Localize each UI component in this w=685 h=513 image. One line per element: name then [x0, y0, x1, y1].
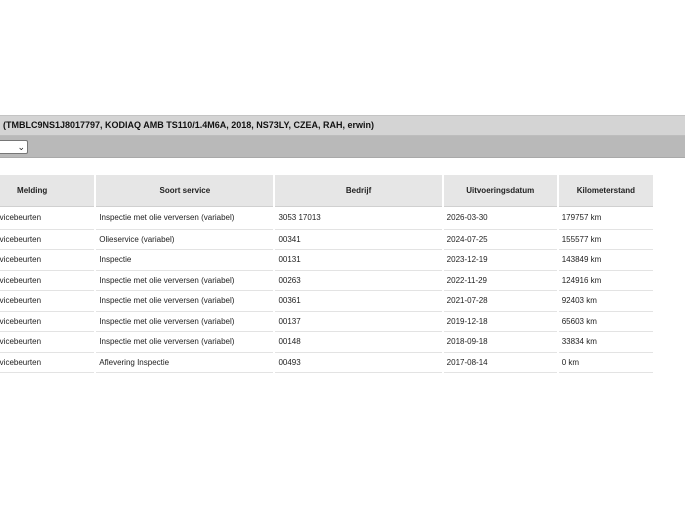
table-cell-soort: Inspectie met olie verversen (variabel) — [95, 290, 276, 312]
table-cell-bedrijf: 00148 — [274, 331, 444, 353]
table-cell-km: 65603 km — [557, 311, 656, 332]
table-cell-soort: Inspectie met olie verversen (variabel) — [95, 331, 276, 353]
filter-bar: ⌄ — [0, 136, 685, 158]
table-cell-bedrijf: 00137 — [274, 311, 444, 332]
table-cell-datum: 2022-11-29 — [442, 270, 559, 291]
table-cell-datum: 2021-07-28 — [442, 290, 559, 312]
table-cell-km: 124916 km — [557, 270, 656, 291]
table-cell-bedrijf: 3053 17013 — [274, 206, 444, 230]
table-cell-melding: Alle servicebeurten — [0, 290, 97, 312]
table-cell-datum: 2026-03-30 — [442, 206, 559, 230]
table-cell-km: 92403 km — [557, 290, 656, 312]
vehicle-info-text: (TMBLC9NS1J8017797, KODIAQ AMB TS110/1.4… — [3, 120, 374, 130]
table-header-row: Melding Soort service Bedrijf Uitvoering… — [0, 175, 656, 207]
table-cell-bedrijf: 00263 — [274, 270, 444, 291]
table-cell-soort: Aflevering Inspectie — [95, 352, 276, 373]
table-cell-datum: 2024-07-25 — [442, 229, 559, 250]
table-cell-datum: 2018-09-18 — [442, 331, 559, 353]
table-cell-melding: Alle servicebeurten — [0, 229, 97, 250]
table-cell-bedrijf: 00341 — [274, 229, 444, 250]
table-cell-datum: 2019-12-18 — [442, 311, 559, 332]
table-cell-melding: Alle servicebeurten — [0, 352, 97, 373]
table-cell-km: 179757 km — [557, 206, 656, 230]
table-cell-datum: 2023-12-19 — [442, 249, 559, 271]
table-row[interactable]: Alle servicebeurtenInspectie met olie ve… — [0, 270, 656, 291]
column-header-uitvoeringsdatum[interactable]: Uitvoeringsdatum — [442, 175, 559, 207]
service-filter-select[interactable]: ⌄ — [0, 140, 28, 154]
vehicle-info-bar: (TMBLC9NS1J8017797, KODIAQ AMB TS110/1.4… — [0, 115, 685, 136]
table-row[interactable]: Alle servicebeurtenInspectie met olie ve… — [0, 290, 656, 312]
service-history-table: Melding Soort service Bedrijf Uitvoering… — [0, 175, 656, 373]
column-header-melding[interactable]: Melding — [0, 175, 97, 207]
table-cell-melding: Alle servicebeurten — [0, 249, 97, 271]
table-cell-melding: Alle servicebeurten — [0, 331, 97, 353]
table-cell-bedrijf: 00361 — [274, 290, 444, 312]
table-cell-km: 33834 km — [557, 331, 656, 353]
table-cell-soort: Inspectie met olie verversen (variabel) — [95, 270, 276, 291]
table-body: Alle servicebeurtenInspectie met olie ve… — [0, 206, 656, 373]
chevron-down-icon: ⌄ — [17, 142, 25, 152]
table-cell-bedrijf: 00493 — [274, 352, 444, 373]
table-cell-bedrijf: 00131 — [274, 249, 444, 271]
column-header-soort-service[interactable]: Soort service — [95, 175, 276, 207]
table-cell-km: 143849 km — [557, 249, 656, 271]
table-cell-soort: Inspectie — [95, 249, 276, 271]
table-row[interactable]: Alle servicebeurtenAflevering Inspectie0… — [0, 352, 656, 373]
table-cell-melding: Alle servicebeurten — [0, 270, 97, 291]
table-row[interactable]: Alle servicebeurtenInspectie met olie ve… — [0, 331, 656, 353]
table-cell-melding: Alle servicebeurten — [0, 311, 97, 332]
table-row[interactable]: Alle servicebeurtenOlieservice (variabel… — [0, 229, 656, 250]
table-row[interactable]: Alle servicebeurtenInspectie001312023-12… — [0, 249, 656, 271]
table-cell-soort: Inspectie met olie verversen (variabel) — [95, 311, 276, 332]
page: (TMBLC9NS1J8017797, KODIAQ AMB TS110/1.4… — [0, 0, 685, 513]
table-cell-datum: 2017-08-14 — [442, 352, 559, 373]
table-cell-soort: Olieservice (variabel) — [95, 229, 276, 250]
table-cell-melding: Alle servicebeurten — [0, 206, 97, 230]
table-row[interactable]: Alle servicebeurtenInspectie met olie ve… — [0, 311, 656, 332]
table-row[interactable]: Alle servicebeurtenInspectie met olie ve… — [0, 206, 656, 230]
column-header-kilometerstand[interactable]: Kilometerstand — [557, 175, 656, 207]
table-cell-km: 155577 km — [557, 229, 656, 250]
table-cell-km: 0 km — [557, 352, 656, 373]
table-cell-soort: Inspectie met olie verversen (variabel) — [95, 206, 276, 230]
column-header-bedrijf[interactable]: Bedrijf — [274, 175, 444, 207]
